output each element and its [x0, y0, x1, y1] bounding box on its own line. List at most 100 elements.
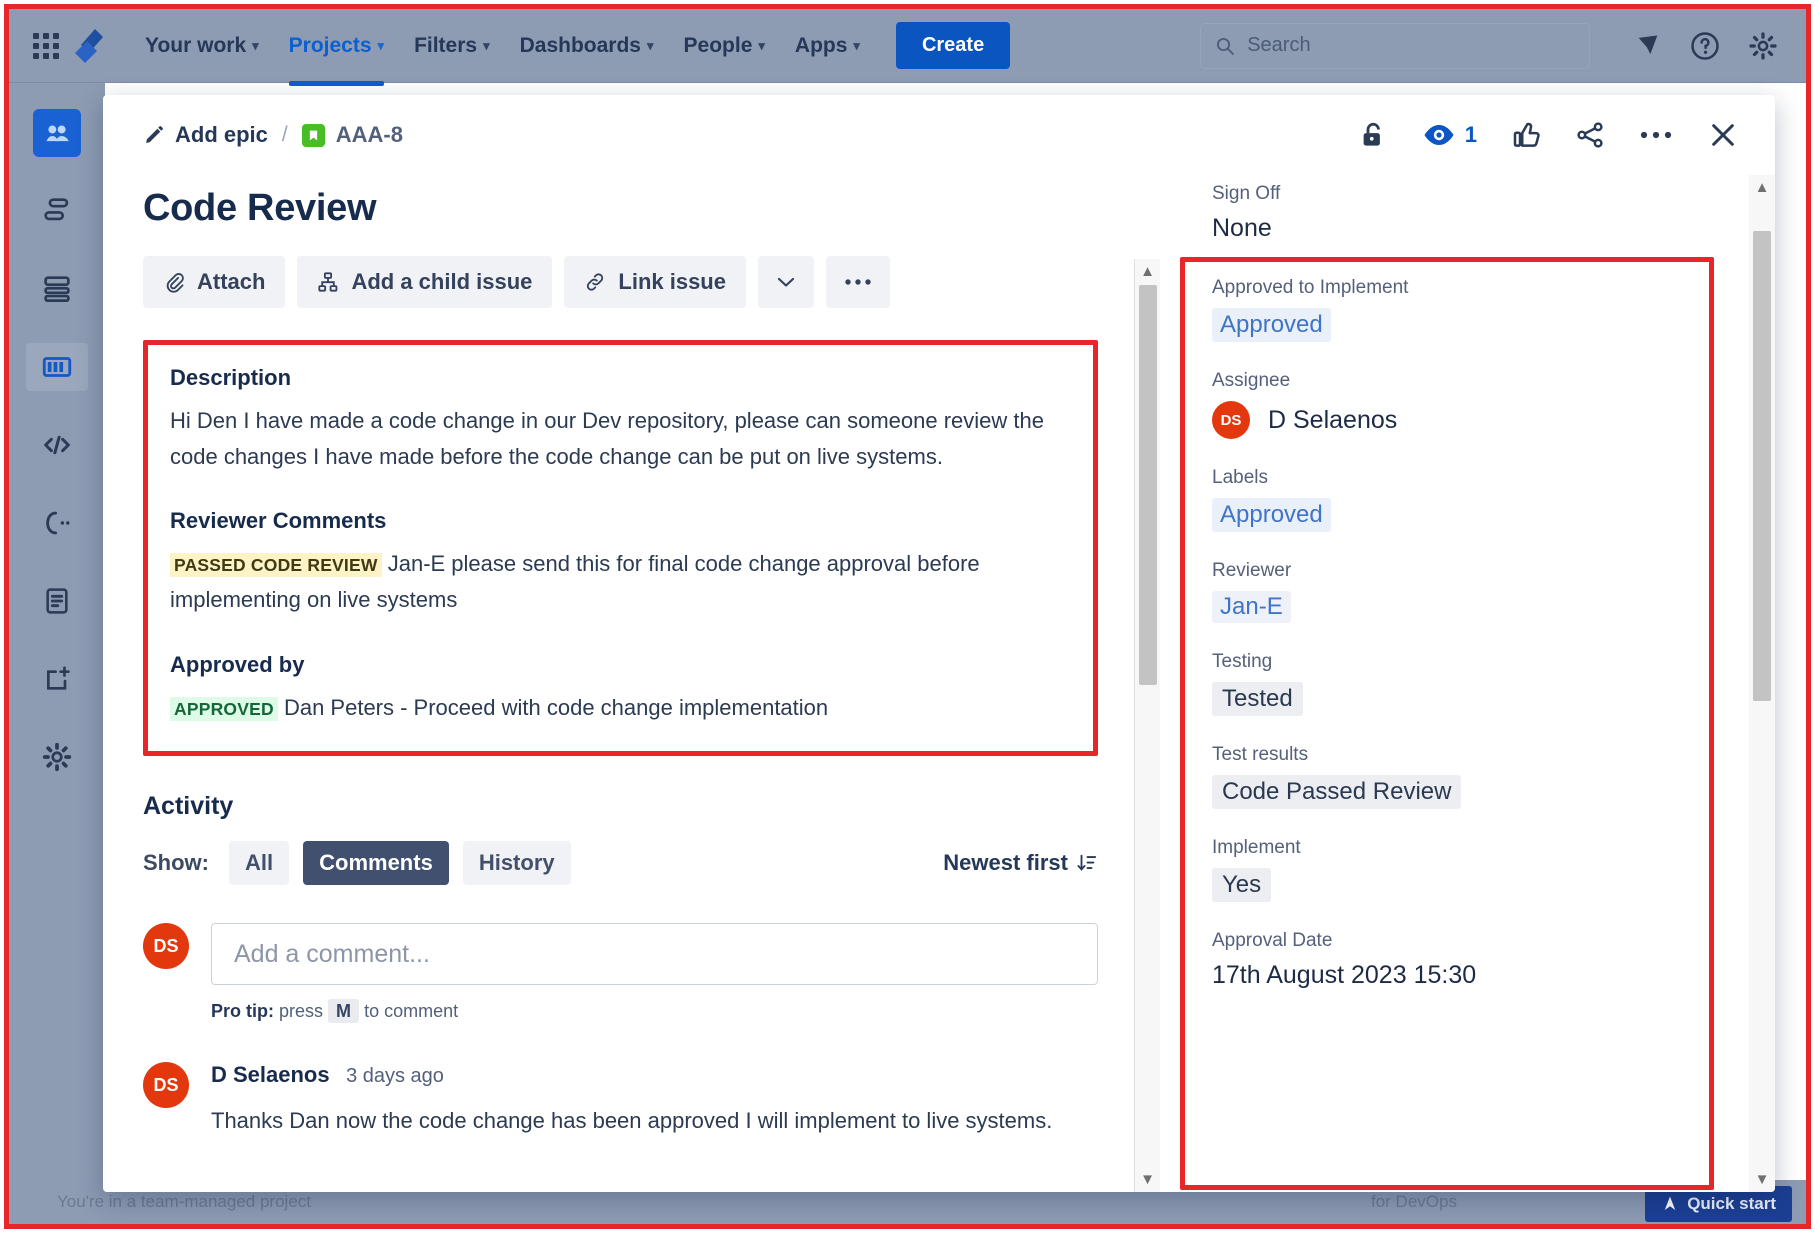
search-input[interactable]: Search	[1200, 23, 1590, 69]
notifications-icon[interactable]	[1634, 32, 1662, 60]
sidebar-item-roadmap[interactable]	[26, 187, 88, 235]
sidebar-item-board[interactable]	[26, 343, 88, 391]
approved-by-body[interactable]: APPROVED Dan Peters - Proceed with code …	[170, 690, 1071, 726]
sidebar-item-pages[interactable]	[26, 577, 88, 625]
chevron-down-icon: ▾	[853, 38, 860, 54]
approved-by-heading: Approved by	[170, 652, 1071, 678]
jira-logo-icon[interactable]	[69, 26, 111, 66]
main-scrollbar[interactable]: ▲ ▼	[1134, 259, 1160, 1192]
sidebar-item-project-avatar[interactable]	[33, 109, 81, 157]
reviewer-comments-heading: Reviewer Comments	[170, 508, 1071, 534]
comment-author[interactable]: D Selaenos	[211, 1062, 330, 1087]
nav-label: Your work	[145, 34, 246, 58]
watch-icon[interactable]: 1	[1422, 122, 1477, 148]
approved-badge: APPROVED	[170, 697, 278, 721]
field-value[interactable]: None	[1212, 214, 1755, 243]
link-issue-label: Link issue	[618, 269, 726, 295]
field-value[interactable]: Approved	[1212, 308, 1331, 342]
chevron-down-icon: ▾	[378, 38, 385, 54]
close-icon[interactable]	[1707, 119, 1739, 151]
nav-link-your-work[interactable]: Your work ▾	[133, 26, 271, 66]
breadcrumb-add-epic[interactable]: Add epic	[143, 122, 268, 148]
share-icon[interactable]	[1575, 120, 1605, 150]
sidebar-item-code[interactable]	[26, 421, 88, 469]
description-body[interactable]: Hi Den I have made a code change in our …	[170, 403, 1071, 474]
activity-tab-history[interactable]: History	[463, 841, 571, 885]
create-button[interactable]: Create	[896, 22, 1010, 69]
chevron-down-icon: ▾	[758, 38, 765, 54]
field-value[interactable]: Tested	[1212, 682, 1303, 716]
field-value[interactable]: Jan-E	[1212, 591, 1291, 623]
nav-link-people[interactable]: People ▾	[672, 26, 777, 66]
assignee-value[interactable]: DS D Selaenos	[1212, 401, 1755, 439]
issue-fields-list: Sign Off None Approved to Implement Appr…	[1182, 175, 1775, 990]
pro-tip-prefix: Pro tip:	[211, 1001, 274, 1021]
nav-link-projects[interactable]: Projects ▾	[277, 26, 396, 66]
activity-sort-label: Newest first	[943, 850, 1068, 876]
sidebar-item-backlog[interactable]	[26, 265, 88, 313]
scroll-down-arrow[interactable]: ▼	[1140, 1167, 1155, 1192]
thumbs-up-icon[interactable]	[1511, 120, 1541, 150]
page-title: Code Review	[143, 187, 1098, 230]
field-value[interactable]: Approved	[1212, 498, 1331, 532]
scroll-down-arrow[interactable]: ▼	[1755, 1167, 1770, 1192]
sidebar-item-project-settings[interactable]	[26, 733, 88, 781]
description-annotation-region: Description Hi Den I have made a code ch…	[143, 340, 1098, 756]
issue-more-actions-button[interactable]	[826, 256, 890, 308]
comment-input[interactable]: Add a comment...	[211, 923, 1098, 985]
field-value-wrap: Approved	[1212, 308, 1755, 342]
activity-sort-toggle[interactable]: Newest first	[943, 850, 1098, 876]
action-dropdown-button[interactable]	[758, 256, 814, 308]
breadcrumb-epic-label: Add epic	[175, 122, 268, 148]
field-label: Approved to Implement	[1212, 277, 1755, 299]
list-item: DS D Selaenos 3 days ago Thanks Dan now …	[143, 1062, 1098, 1137]
scrollbar-thumb[interactable]	[1139, 285, 1157, 685]
grid-apps-icon[interactable]	[29, 29, 63, 63]
activity-tab-all[interactable]: All	[229, 841, 289, 885]
chevron-down-icon: ▾	[647, 38, 654, 54]
more-actions-icon[interactable]	[1639, 129, 1673, 141]
reviewer-comments-body[interactable]: PASSED CODE REVIEW Jan-E please send thi…	[170, 546, 1071, 617]
nav-label: Dashboards	[520, 34, 641, 58]
sort-descending-icon	[1076, 852, 1098, 874]
sidebar-item-releases[interactable]	[26, 499, 88, 547]
issue-key-label: AAA-8	[336, 122, 403, 148]
field-labels: Labels Approved	[1212, 467, 1755, 532]
issue-action-buttons: Attach Add a child issue	[143, 256, 1098, 308]
description-heading: Description	[170, 365, 1071, 391]
field-label: Implement	[1212, 837, 1755, 859]
link-issue-button[interactable]: Link issue	[564, 256, 746, 308]
activity-tab-comments[interactable]: Comments	[303, 841, 449, 885]
help-icon[interactable]	[1690, 31, 1720, 61]
field-test-results: Test results Code Passed Review	[1212, 744, 1755, 809]
screenshot-root: Your work ▾ Projects ▾ Filters ▾ Dashboa…	[0, 0, 1815, 1233]
nav-link-apps[interactable]: Apps ▾	[783, 26, 872, 66]
settings-icon[interactable]	[1748, 31, 1778, 61]
avatar: DS	[143, 1062, 189, 1108]
scroll-up-arrow[interactable]: ▲	[1755, 175, 1770, 200]
field-value[interactable]: 17th August 2023 15:30	[1212, 961, 1755, 990]
field-implement: Implement Yes	[1212, 837, 1755, 902]
scrollbar-thumb[interactable]	[1753, 231, 1771, 701]
unlock-icon[interactable]	[1358, 120, 1388, 150]
field-value[interactable]: Yes	[1212, 868, 1271, 902]
top-nav-icon-group	[1634, 31, 1786, 61]
sidebar-item-add-shortcut[interactable]	[26, 655, 88, 703]
nav-link-dashboards[interactable]: Dashboards ▾	[508, 26, 666, 66]
field-value-wrap: Code Passed Review	[1212, 775, 1755, 809]
attach-button[interactable]: Attach	[143, 256, 285, 308]
field-value[interactable]: Code Passed Review	[1212, 775, 1461, 809]
field-assignee: Assignee DS D Selaenos	[1212, 370, 1755, 439]
breadcrumb-issue-key[interactable]: AAA-8	[302, 122, 403, 148]
pro-tip-suffix: to comment	[364, 1001, 458, 1021]
field-value-wrap: Approved	[1212, 498, 1755, 532]
pencil-icon	[143, 125, 164, 146]
field-label: Approval Date	[1212, 930, 1755, 952]
details-scrollbar[interactable]: ▲ ▼	[1749, 175, 1775, 1192]
nav-link-filters[interactable]: Filters ▾	[402, 26, 502, 66]
approved-by-text: Dan Peters - Proceed with code change im…	[284, 695, 828, 720]
add-child-issue-button[interactable]: Add a child issue	[297, 256, 552, 308]
breadcrumb: Add epic / AAA-8	[143, 122, 403, 148]
field-label: Assignee	[1212, 370, 1755, 392]
scroll-up-arrow[interactable]: ▲	[1140, 259, 1155, 284]
